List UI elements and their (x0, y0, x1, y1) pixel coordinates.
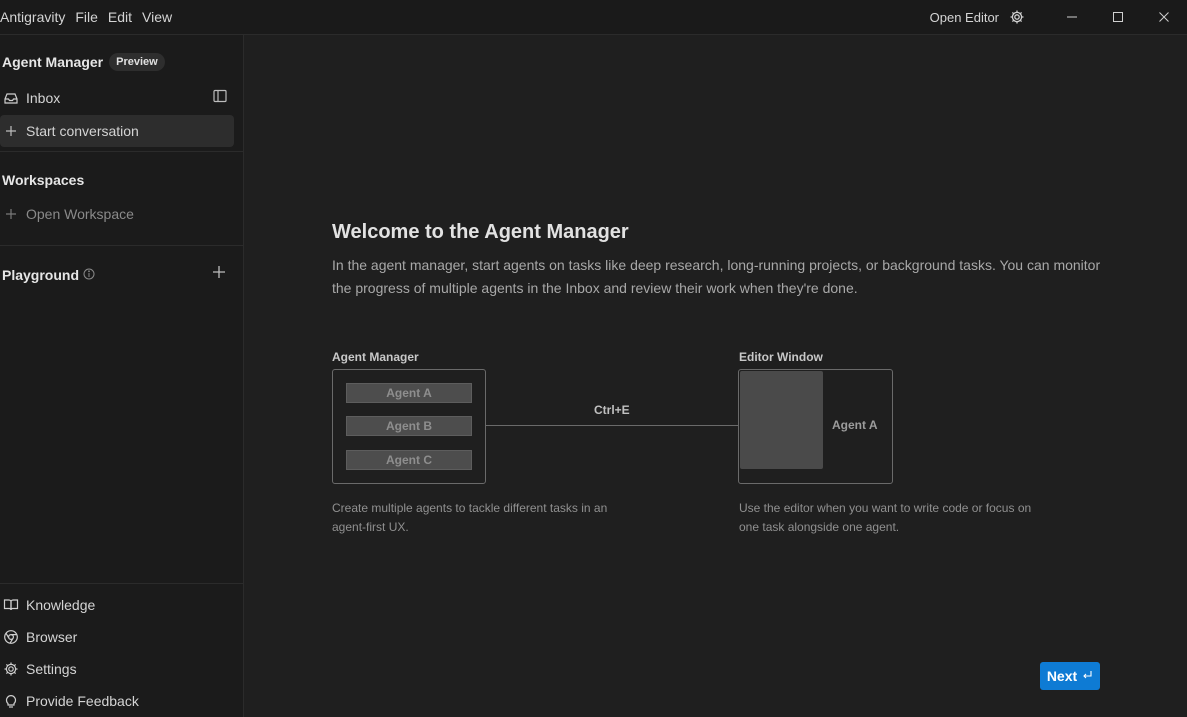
sidebar-item-inbox[interactable]: Inbox (0, 82, 234, 114)
sidebar-divider (0, 151, 243, 152)
maximize-button[interactable] (1095, 0, 1141, 35)
editor-agent-label: Agent A (832, 418, 878, 432)
welcome-description: In the agent manager, start agents on ta… (332, 257, 1101, 296)
sidebar-divider (0, 583, 243, 584)
info-icon[interactable] (83, 267, 95, 283)
agent-bar: Agent A (346, 383, 472, 403)
preview-badge: Preview (109, 53, 165, 71)
workspaces-title-text: Workspaces (2, 172, 85, 188)
minimize-icon (1067, 16, 1077, 18)
sidebar-item-browser[interactable]: Browser (0, 621, 234, 653)
plus-icon (2, 122, 20, 140)
sidebar-item-label: Open Workspace (26, 206, 134, 222)
inbox-icon (2, 89, 20, 107)
agent-manager-diagram: Agent A Agent B Agent C (332, 369, 486, 484)
sidebar-header: Agent Manager Preview (2, 53, 165, 71)
start-conversation-button[interactable]: Start conversation (0, 115, 234, 147)
playground-title: Playground (2, 267, 95, 283)
close-button[interactable] (1141, 0, 1187, 35)
sidebar-item-label: Browser (26, 629, 78, 645)
sidebar-title: Agent Manager (2, 54, 104, 70)
menu-view[interactable]: View (142, 9, 172, 25)
book-icon (2, 596, 20, 614)
app-window: Antigravity File Edit View Open Editor A… (0, 0, 1187, 717)
agent-manager-caption: Create multiple agents to tackle differe… (332, 501, 608, 534)
editor-window-caption: Use the editor when you want to write co… (739, 501, 1032, 534)
title-bar-controls: Open Editor (930, 0, 1187, 34)
open-editor-button[interactable]: Open Editor (930, 10, 999, 25)
close-icon (1159, 12, 1169, 22)
gear-icon (2, 660, 20, 678)
panel-toggle-icon[interactable] (212, 88, 230, 106)
enter-icon (1081, 668, 1093, 684)
open-workspace-button[interactable]: Open Workspace (0, 198, 234, 230)
sidebar-item-knowledge[interactable]: Knowledge (0, 589, 234, 621)
diagram-connector (486, 425, 739, 426)
plus-icon (213, 266, 225, 278)
menu-bar: Antigravity File Edit View (0, 9, 172, 25)
editor-window-diagram: Agent A (738, 369, 893, 484)
agent-bar: Agent C (346, 450, 472, 470)
sidebar-divider (0, 245, 243, 246)
sidebar-item-feedback[interactable]: Provide Feedback (0, 685, 234, 717)
diagram-agent-manager-label: Agent Manager (332, 350, 419, 364)
menu-edit[interactable]: Edit (108, 9, 132, 25)
lightbulb-icon (2, 692, 20, 710)
sidebar-item-label: Inbox (26, 90, 61, 106)
menu-file[interactable]: File (75, 9, 98, 25)
editor-pane (740, 371, 823, 469)
chrome-icon (2, 628, 20, 646)
sidebar-item-label: Settings (26, 661, 77, 677)
playground-title-text: Playground (2, 267, 80, 283)
app-name-menu[interactable]: Antigravity (0, 9, 65, 25)
plus-icon (2, 205, 20, 223)
add-playground-button[interactable] (211, 264, 229, 282)
workspaces-title: Workspaces (2, 172, 84, 188)
sidebar-item-settings[interactable]: Settings (0, 653, 234, 685)
minimize-button[interactable] (1049, 0, 1095, 35)
sidebar: Agent Manager Preview Inbox Start conver… (0, 35, 244, 717)
next-button[interactable]: Next (1040, 662, 1100, 690)
diagram-editor-window-label: Editor Window (739, 350, 823, 364)
shortcut-label: Ctrl+E (594, 403, 630, 417)
welcome-title: Welcome to the Agent Manager (332, 221, 629, 243)
main-content: Welcome to the Agent Manager In the agen… (244, 35, 1187, 717)
maximize-icon (1113, 12, 1123, 22)
agent-bar: Agent B (346, 416, 472, 436)
sidebar-item-label: Provide Feedback (26, 693, 139, 709)
sidebar-item-label: Start conversation (26, 123, 139, 139)
gear-icon[interactable] (1007, 7, 1027, 27)
title-bar: Antigravity File Edit View Open Editor (0, 0, 1187, 35)
next-button-label: Next (1046, 668, 1078, 684)
sidebar-item-label: Knowledge (26, 597, 96, 613)
